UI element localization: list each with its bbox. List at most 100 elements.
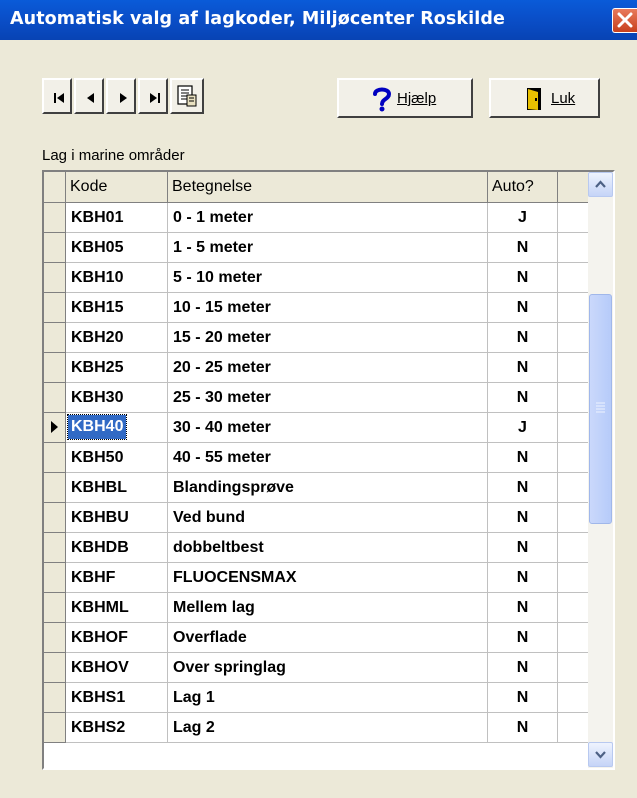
row-indicator[interactable] (44, 203, 66, 233)
row-indicator[interactable] (44, 713, 66, 743)
cell-betegnelse[interactable]: Lag 1 (168, 683, 488, 713)
row-indicator[interactable] (44, 293, 66, 323)
cell-auto[interactable]: N (488, 503, 558, 533)
table-row[interactable]: KBH30 25 - 30 meter N (44, 383, 588, 413)
cell-kode[interactable]: KBHBU (66, 503, 168, 533)
cell-kode[interactable]: KBHOV (66, 653, 168, 683)
cell-kode[interactable]: KBH25 (66, 353, 168, 383)
table-row[interactable]: KBHS2 Lag 2N (44, 713, 588, 743)
cell-auto[interactable]: N (488, 653, 558, 683)
table-row[interactable]: KBHOF Overflade N (44, 623, 588, 653)
column-header-kode[interactable]: Kode (66, 172, 168, 202)
cell-auto[interactable]: N (488, 443, 558, 473)
cell-betegnelse[interactable]: 40 - 55 meter (168, 443, 488, 473)
cell-kode[interactable]: KBH10 (66, 263, 168, 293)
cell-betegnelse[interactable]: 0 - 1 meter (168, 203, 488, 233)
cell-auto[interactable]: N (488, 293, 558, 323)
cell-auto[interactable]: N (488, 263, 558, 293)
help-button[interactable]: Hjælp (337, 78, 473, 118)
table-row[interactable]: KBH15 10 - 15 meter N (44, 293, 588, 323)
cell-kode[interactable]: KBH05 (66, 233, 168, 263)
row-indicator[interactable] (44, 413, 66, 443)
table-row[interactable]: KBH20 15 - 20 meter N (44, 323, 588, 353)
cell-betegnelse[interactable]: FLUOCENSMAX (168, 563, 488, 593)
scroll-up-button[interactable] (588, 172, 613, 197)
row-indicator[interactable] (44, 563, 66, 593)
cell-kode[interactable]: KBHF (66, 563, 168, 593)
cell-betegnelse[interactable]: 1 - 5 meter (168, 233, 488, 263)
cell-betegnelse[interactable]: dobbeltbest (168, 533, 488, 563)
column-header-betegnelse[interactable]: Betegnelse (168, 172, 488, 202)
cell-kode[interactable]: KBH01 (66, 203, 168, 233)
cell-auto[interactable]: N (488, 323, 558, 353)
title-bar[interactable]: Automatisk valg af lagkoder, Miljøcenter… (0, 0, 637, 40)
cell-auto[interactable]: N (488, 383, 558, 413)
row-indicator[interactable] (44, 533, 66, 563)
row-indicator[interactable] (44, 383, 66, 413)
cell-auto[interactable]: J (488, 413, 558, 443)
cell-auto[interactable]: N (488, 683, 558, 713)
cell-kode[interactable]: KBH30 (66, 383, 168, 413)
cell-betegnelse[interactable]: Lag 2 (168, 713, 488, 743)
row-indicator[interactable] (44, 503, 66, 533)
row-indicator[interactable] (44, 443, 66, 473)
cell-kode[interactable]: KBHBL (66, 473, 168, 503)
cell-kode[interactable]: KBHOF (66, 623, 168, 653)
cell-auto[interactable]: J (488, 203, 558, 233)
cell-kode[interactable]: KBH40 (66, 413, 168, 443)
table-row[interactable]: KBHS1 Lag 1N (44, 683, 588, 713)
table-row[interactable]: KBH50 40 - 55 meter N (44, 443, 588, 473)
scroll-down-button[interactable] (588, 742, 613, 767)
cell-kode[interactable]: KBHDB (66, 533, 168, 563)
cell-betegnelse[interactable]: 10 - 15 meter (168, 293, 488, 323)
table-row[interactable]: KBH01 0 - 1 meter J (44, 203, 588, 233)
row-indicator[interactable] (44, 473, 66, 503)
table-row[interactable]: KBHOV Over springlag N (44, 653, 588, 683)
row-indicator[interactable] (44, 683, 66, 713)
cell-auto[interactable]: N (488, 533, 558, 563)
cell-auto[interactable]: N (488, 593, 558, 623)
table-row[interactable]: KBHBU Ved bund N (44, 503, 588, 533)
column-header-auto[interactable]: Auto? (488, 172, 558, 202)
layer-grid[interactable]: Kode Betegnelse Auto? KBH01 0 - 1 meter J K… (42, 170, 615, 770)
table-row[interactable]: KBHF FLUOCENSMAX N (44, 563, 588, 593)
report-button[interactable] (170, 78, 204, 114)
cell-auto[interactable]: N (488, 623, 558, 653)
cell-kode[interactable]: KBH20 (66, 323, 168, 353)
cell-kode[interactable]: KBHS2 (66, 713, 168, 743)
row-indicator[interactable] (44, 653, 66, 683)
cell-auto[interactable]: N (488, 233, 558, 263)
prev-record-button[interactable] (74, 78, 104, 114)
row-indicator[interactable] (44, 263, 66, 293)
row-indicator[interactable] (44, 323, 66, 353)
cell-kode[interactable]: KBHS1 (66, 683, 168, 713)
cell-kode[interactable]: KBH15 (66, 293, 168, 323)
cell-betegnelse[interactable]: Overflade (168, 623, 488, 653)
cell-betegnelse[interactable]: 30 - 40 meter (168, 413, 488, 443)
vertical-scrollbar[interactable] (588, 172, 613, 768)
row-indicator[interactable] (44, 233, 66, 263)
close-button[interactable]: Luk (489, 78, 600, 118)
cell-auto[interactable]: N (488, 563, 558, 593)
scroll-thumb[interactable] (589, 294, 612, 524)
cell-kode[interactable]: KBH50 (66, 443, 168, 473)
cell-betegnelse[interactable]: Mellem lag (168, 593, 488, 623)
table-row[interactable]: KBH05 1 - 5 meter N (44, 233, 588, 263)
cell-betegnelse[interactable]: Blandingsprøve (168, 473, 488, 503)
row-indicator[interactable] (44, 353, 66, 383)
cell-betegnelse[interactable]: 15 - 20 meter (168, 323, 488, 353)
cell-auto[interactable]: N (488, 473, 558, 503)
table-row[interactable]: KBH25 20 - 25 meter N (44, 353, 588, 383)
cell-betegnelse[interactable]: 25 - 30 meter (168, 383, 488, 413)
row-indicator[interactable] (44, 593, 66, 623)
table-row[interactable]: KBHBL Blandingsprøve N (44, 473, 588, 503)
next-record-button[interactable] (106, 78, 136, 114)
table-row[interactable]: KBHDB dobbeltbest N (44, 533, 588, 563)
cell-auto[interactable]: N (488, 353, 558, 383)
cell-betegnelse[interactable]: 5 - 10 meter (168, 263, 488, 293)
row-indicator[interactable] (44, 623, 66, 653)
cell-betegnelse[interactable]: Over springlag (168, 653, 488, 683)
cell-betegnelse[interactable]: Ved bund (168, 503, 488, 533)
first-record-button[interactable] (42, 78, 72, 114)
table-row[interactable]: KBH40 30 - 40 meter J (44, 413, 588, 443)
